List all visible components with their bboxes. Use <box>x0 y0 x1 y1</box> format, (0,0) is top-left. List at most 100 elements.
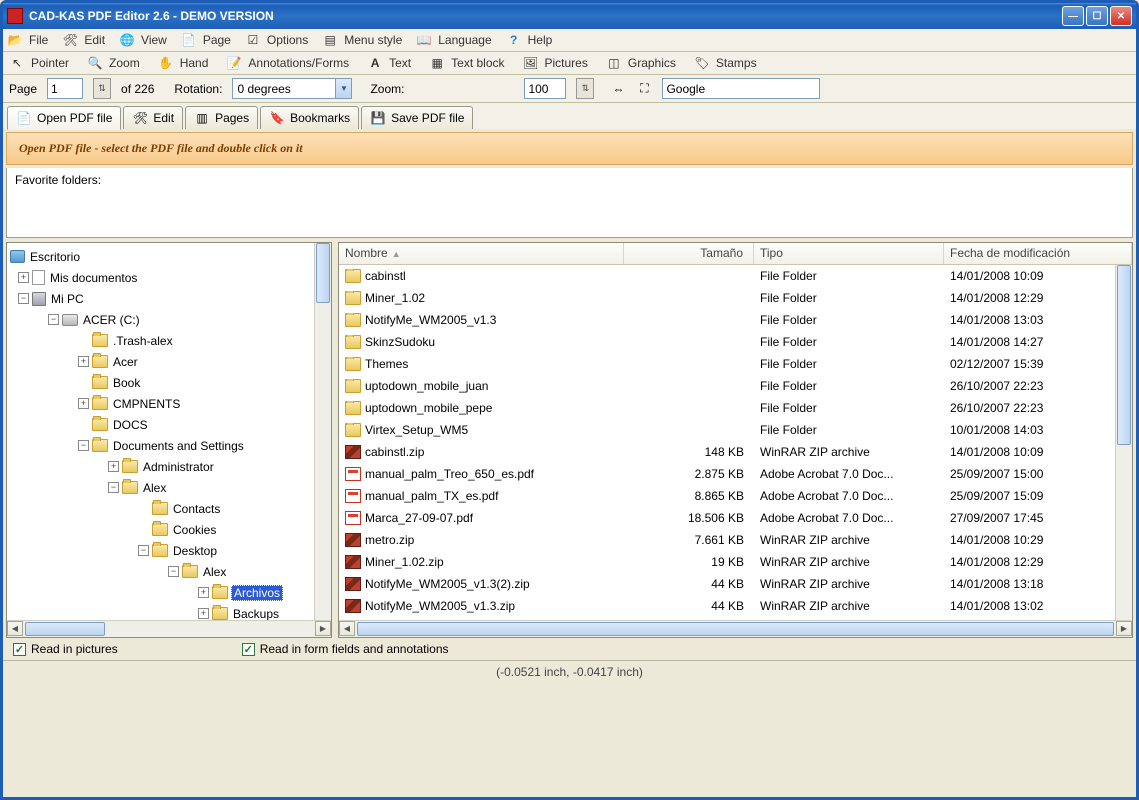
tab-save[interactable]: 💾Save PDF file <box>361 106 473 129</box>
col-date[interactable]: Fecha de modificación <box>944 243 1132 264</box>
tab-pages[interactable]: ▥Pages <box>185 106 258 129</box>
scroll-right-icon[interactable]: ▶ <box>1116 621 1132 636</box>
search-input[interactable] <box>662 78 820 99</box>
fit-page-icon[interactable]: ⛶ <box>636 81 652 97</box>
titlebar[interactable]: CAD-KAS PDF Editor 2.6 - DEMO VERSION — … <box>3 3 1136 29</box>
scrollbar-thumb[interactable] <box>1117 265 1131 445</box>
menu-language[interactable]: 📖Language <box>416 32 491 48</box>
maximize-button[interactable]: ☐ <box>1086 6 1108 26</box>
tree-node-desktop[interactable]: Escritorio <box>10 246 328 267</box>
list-item[interactable]: uptodown_mobile_pepeFile Folder26/10/200… <box>339 397 1132 419</box>
collapse-icon[interactable]: − <box>168 566 179 577</box>
tree-node-drive[interactable]: −ACER (C:) <box>10 309 328 330</box>
tree-node[interactable]: +Acer <box>10 351 328 372</box>
zoom-spin[interactable]: ⇅ <box>576 78 594 99</box>
scrollbar-thumb[interactable] <box>25 622 105 636</box>
menu-file[interactable]: 📂File <box>7 32 48 48</box>
tree-node[interactable]: −Documents and Settings <box>10 435 328 456</box>
scroll-left-icon[interactable]: ◀ <box>7 621 23 636</box>
list-item[interactable]: Miner_1.02File Folder14/01/2008 12:29 <box>339 287 1132 309</box>
tool-hand[interactable]: ✋Hand <box>158 55 209 71</box>
menu-help[interactable]: ?Help <box>506 32 553 48</box>
menu-options[interactable]: ☑Options <box>245 32 308 48</box>
list-item[interactable]: Virtex_Setup_WM5File Folder10/01/2008 14… <box>339 419 1132 441</box>
collapse-icon[interactable]: − <box>138 545 149 556</box>
tree-node-selected[interactable]: +Archivos <box>10 582 328 603</box>
col-size[interactable]: Tamaño <box>624 243 754 264</box>
collapse-icon[interactable]: − <box>48 314 59 325</box>
page-input[interactable] <box>47 78 83 99</box>
menu-edit[interactable]: 🛠Edit <box>62 32 105 48</box>
tab-edit[interactable]: 🛠Edit <box>123 106 183 129</box>
tree-node-mydocs[interactable]: +Mis documentos <box>10 267 328 288</box>
tree-node[interactable]: +CMPNENTS <box>10 393 328 414</box>
list-item[interactable]: cabinstlFile Folder14/01/2008 10:09 <box>339 265 1132 287</box>
tree-node[interactable]: −Alex <box>10 561 328 582</box>
zoom-input[interactable] <box>524 78 566 99</box>
tree-node[interactable]: DOCS <box>10 414 328 435</box>
folder-icon <box>345 269 361 283</box>
tool-text[interactable]: AText <box>367 55 411 71</box>
list-scrollbar-v[interactable] <box>1115 265 1132 620</box>
menu-menustyle[interactable]: ▤Menu style <box>322 32 402 48</box>
expand-icon[interactable]: + <box>78 398 89 409</box>
scrollbar-thumb[interactable] <box>316 243 330 303</box>
list-item[interactable]: Miner_1.02.zip19 KBWinRAR ZIP archive14/… <box>339 551 1132 573</box>
tree-scrollbar-h[interactable]: ◀▶ <box>7 620 331 637</box>
menu-page[interactable]: 📄Page <box>181 32 231 48</box>
collapse-icon[interactable]: − <box>108 482 119 493</box>
menu-view[interactable]: 🌐View <box>119 32 167 48</box>
list-item[interactable]: NotifyMe_WM2005_v1.3(2).zip44 KBWinRAR Z… <box>339 573 1132 595</box>
collapse-icon[interactable]: − <box>18 293 29 304</box>
tool-pictures[interactable]: 🖼Pictures <box>523 55 588 71</box>
list-item[interactable]: uptodown_mobile_juanFile Folder26/10/200… <box>339 375 1132 397</box>
tool-textblock[interactable]: ▦Text block <box>429 55 504 71</box>
list-item[interactable]: cabinstl.zip148 KBWinRAR ZIP archive14/0… <box>339 441 1132 463</box>
scroll-left-icon[interactable]: ◀ <box>339 621 355 636</box>
col-name[interactable]: Nombre▲ <box>339 243 624 264</box>
tab-open[interactable]: 📄Open PDF file <box>7 106 121 130</box>
scrollbar-thumb[interactable] <box>357 622 1114 636</box>
list-item[interactable]: metro.zip7.661 KBWinRAR ZIP archive14/01… <box>339 529 1132 551</box>
fit-width-icon[interactable]: ⇔ <box>610 81 626 97</box>
collapse-icon[interactable]: − <box>78 440 89 451</box>
list-item[interactable]: Marca_27-09-07.pdf18.506 KBAdobe Acrobat… <box>339 507 1132 529</box>
tool-graphics[interactable]: ◫Graphics <box>606 55 676 71</box>
tree-node[interactable]: Book <box>10 372 328 393</box>
tool-pointer[interactable]: ↖Pointer <box>9 55 69 71</box>
rotation-select[interactable]: 0 degrees▼ <box>232 78 352 99</box>
page-spin[interactable]: ⇅ <box>93 78 111 99</box>
tab-bookmarks[interactable]: 🔖Bookmarks <box>260 106 359 129</box>
minimize-button[interactable]: — <box>1062 6 1084 26</box>
col-type[interactable]: Tipo <box>754 243 944 264</box>
tree-node-mypc[interactable]: −Mi PC <box>10 288 328 309</box>
tree-node[interactable]: −Alex <box>10 477 328 498</box>
expand-icon[interactable]: + <box>198 608 209 619</box>
file-list[interactable]: cabinstlFile Folder14/01/2008 10:09Miner… <box>339 265 1132 617</box>
read-pictures-checkbox[interactable]: ✓Read in pictures <box>13 642 118 656</box>
tree-node[interactable]: Cookies <box>10 519 328 540</box>
folder-tree[interactable]: Escritorio +Mis documentos −Mi PC −ACER … <box>7 243 331 638</box>
expand-icon[interactable]: + <box>78 356 89 367</box>
expand-icon[interactable]: + <box>108 461 119 472</box>
read-forms-checkbox[interactable]: ✓Read in form fields and annotations <box>242 642 449 656</box>
close-button[interactable]: ✕ <box>1110 6 1132 26</box>
list-item[interactable]: SkinzSudokuFile Folder14/01/2008 14:27 <box>339 331 1132 353</box>
list-item[interactable]: ThemesFile Folder02/12/2007 15:39 <box>339 353 1132 375</box>
tool-stamps[interactable]: 🏷Stamps <box>694 55 757 71</box>
scroll-right-icon[interactable]: ▶ <box>315 621 331 636</box>
tool-zoom[interactable]: 🔍Zoom <box>87 55 140 71</box>
tree-node[interactable]: +Administrator <box>10 456 328 477</box>
list-item[interactable]: NotifyMe_WM2005_v1.3.zip44 KBWinRAR ZIP … <box>339 595 1132 617</box>
tool-annot[interactable]: 📝Annotations/Forms <box>226 55 349 71</box>
tree-scrollbar-v[interactable] <box>314 243 331 620</box>
list-scrollbar-h[interactable]: ◀▶ <box>339 620 1132 637</box>
tree-node[interactable]: Contacts <box>10 498 328 519</box>
tree-node[interactable]: .Trash-alex <box>10 330 328 351</box>
list-item[interactable]: manual_palm_TX_es.pdf8.865 KBAdobe Acrob… <box>339 485 1132 507</box>
list-item[interactable]: NotifyMe_WM2005_v1.3File Folder14/01/200… <box>339 309 1132 331</box>
expand-icon[interactable]: + <box>18 272 29 283</box>
list-item[interactable]: manual_palm_Treo_650_es.pdf2.875 KBAdobe… <box>339 463 1132 485</box>
expand-icon[interactable]: + <box>198 587 209 598</box>
tree-node[interactable]: −Desktop <box>10 540 328 561</box>
